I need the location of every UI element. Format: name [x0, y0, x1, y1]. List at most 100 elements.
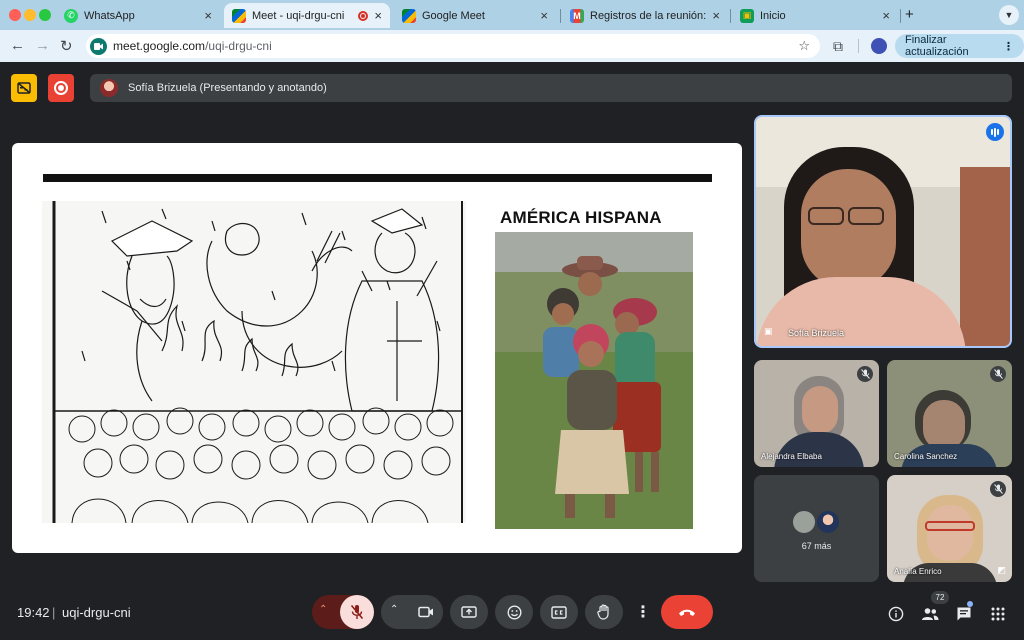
record-icon [54, 81, 68, 95]
more-participants-tile[interactable]: 67 más [754, 475, 879, 582]
close-icon[interactable]: × [204, 8, 212, 23]
window-zoom-button[interactable] [39, 9, 51, 21]
more-vert-icon: ⋮ [1003, 40, 1014, 53]
andean-children-photo [495, 232, 693, 529]
close-icon[interactable]: × [540, 8, 548, 23]
videocam-icon [418, 606, 433, 618]
arrow-left-icon: ← [10, 37, 25, 54]
meeting-details-button[interactable] [886, 604, 906, 624]
clock-separator: | [52, 605, 56, 620]
participant-tile-carolina[interactable]: Carolina Sanchez [887, 360, 1012, 467]
mic-control-group: ⌃ [312, 595, 374, 629]
close-icon[interactable]: × [882, 8, 890, 23]
close-icon[interactable]: × [712, 8, 720, 23]
chat-button[interactable] [954, 604, 974, 624]
present-screen-button[interactable] [450, 595, 488, 629]
call-end-icon [679, 609, 695, 616]
tab-inicio[interactable]: ▣ Inicio × [732, 3, 898, 28]
address-bar[interactable]: meet.google.com/uqi-drgu-cni ☆ [86, 34, 820, 58]
url-host: meet.google.com [113, 39, 206, 53]
new-tab-button[interactable]: + [905, 6, 914, 23]
profile-avatar[interactable] [871, 38, 887, 54]
participant-tile-alejandra[interactable]: Alejandra Elbaba [754, 360, 879, 467]
tab-title: Google Meet [422, 9, 485, 22]
participant-tile-sofia[interactable]: ▣ Sofía Brizuela [754, 115, 1012, 348]
site-info-icon[interactable] [90, 37, 107, 55]
forward-button[interactable]: → [35, 37, 50, 54]
captions-button[interactable] [540, 595, 578, 629]
mic-off-icon [350, 604, 364, 620]
bookmark-star-icon[interactable]: ☆ [798, 38, 810, 54]
whatsapp-icon: ✆ [64, 8, 78, 23]
meeting-controls-bar: 19:42 | uqi-drgu-cni ⌃ ⌃ ⋮ 72 [0, 591, 1024, 640]
extensions-icon[interactable]: ⧉ [833, 38, 843, 55]
url-text: meet.google.com/uqi-drgu-cni [113, 39, 272, 53]
tab-whatsapp[interactable]: ✆ WhatsApp × [56, 3, 220, 28]
arrow-right-icon: → [35, 37, 50, 54]
window-minimize-button[interactable] [24, 9, 36, 21]
reactions-button[interactable] [495, 595, 533, 629]
finish-update-button[interactable]: Finalizar actualización ⋮ [895, 34, 1024, 58]
brick-wall [960, 167, 1010, 346]
participant-name: Sofía Brizuela [788, 328, 845, 338]
people-button[interactable] [920, 604, 940, 624]
url-path: /uqi-drgu-cni [205, 39, 272, 53]
people-icon [922, 608, 939, 620]
chevron-up-icon: ⌃ [319, 604, 328, 615]
colonial-engraving-image [42, 201, 466, 523]
participant-name: Alejandra Elbaba [761, 452, 822, 461]
avatar [791, 509, 817, 535]
window-close-button[interactable] [9, 9, 21, 21]
camera-toggle-button[interactable] [409, 595, 443, 629]
emoji-icon [506, 604, 522, 620]
presenter-avatar [100, 79, 118, 97]
reload-button[interactable]: ↻ [60, 37, 73, 55]
presenter-banner: Sofía Brizuela (Presentando y anotando) [90, 74, 1012, 102]
present-to-all-icon [461, 605, 477, 618]
tab-separator [730, 9, 731, 23]
reload-icon: ↻ [60, 38, 73, 55]
hand-icon [597, 604, 609, 620]
chat-unread-dot [967, 601, 973, 607]
gmail-icon: M [570, 8, 584, 23]
presenting-icon: ▣ [764, 326, 773, 336]
activities-button[interactable] [988, 604, 1008, 624]
chat-icon [957, 607, 971, 621]
chevron-up-icon: ⌃ [390, 604, 399, 615]
recording-button[interactable] [48, 74, 74, 102]
mic-toggle-button[interactable] [340, 595, 374, 629]
pin-tile-icon[interactable]: ◩ [997, 565, 1006, 576]
participant-tile-analia[interactable]: ◩ Analía Enrico [887, 475, 1012, 582]
shirt-shape [774, 432, 864, 467]
clock: 19:42 [17, 605, 50, 620]
meet-icon [402, 8, 416, 23]
tab-title: WhatsApp [84, 9, 135, 22]
tab-registros[interactable]: M Registros de la reunión: 14 m × [562, 3, 728, 28]
mic-off-indicator [990, 481, 1006, 497]
recording-indicator-icon [358, 10, 369, 21]
participant-name: Carolina Sanchez [894, 452, 958, 461]
more-participants-count: 67 más [801, 541, 832, 551]
glasses-left [808, 207, 844, 225]
raise-hand-button[interactable] [585, 595, 623, 629]
face-shape [802, 386, 838, 434]
close-icon[interactable]: × [374, 8, 382, 23]
info-icon [888, 606, 904, 622]
mic-options-button[interactable]: ⌃ [319, 604, 327, 615]
participant-name: Analía Enrico [894, 567, 942, 576]
back-button[interactable]: ← [10, 37, 25, 54]
leave-call-button[interactable] [661, 595, 713, 629]
tab-title: Registros de la reunión: 14 m [590, 9, 707, 22]
mic-off-indicator [857, 366, 873, 382]
tab-google-meet[interactable]: Google Meet × [394, 3, 556, 28]
captions-warning-button[interactable] [11, 74, 37, 102]
tab-search-button[interactable]: ▼ [999, 5, 1019, 25]
browser-tab-bar: ✆ WhatsApp × Meet - uqi-drgu-cni × Googl… [0, 0, 1024, 30]
slide-title: AMÉRICA HISPANA [500, 208, 662, 227]
meet-icon [232, 8, 246, 23]
mic-off-icon [860, 369, 870, 379]
camera-options-button[interactable]: ⌃ [390, 604, 398, 615]
more-options-button[interactable]: ⋮ [630, 595, 656, 629]
mic-off-icon [993, 484, 1003, 494]
tab-meet-active[interactable]: Meet - uqi-drgu-cni × [224, 3, 390, 28]
